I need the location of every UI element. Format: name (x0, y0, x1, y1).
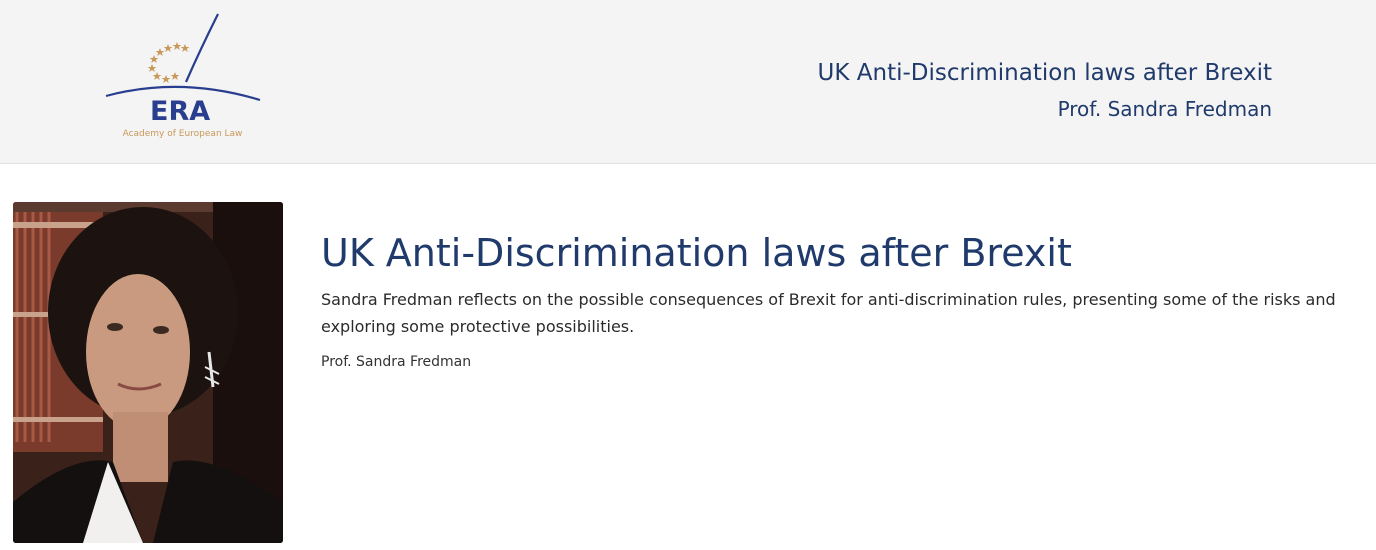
speaker-photo (13, 202, 283, 543)
page-title: UK Anti-Discrimination laws after Brexit (321, 231, 1072, 275)
logo-caption: Academy of European Law (122, 129, 243, 139)
page-header: ERA Academy of European Law UK Anti-Disc… (0, 0, 1376, 164)
header-title: UK Anti-Discrimination laws after Brexit (817, 60, 1272, 86)
main-content: UK Anti-Discrimination laws after Brexit… (321, 228, 1366, 370)
author-name: Prof. Sandra Fredman (321, 354, 472, 370)
era-logo[interactable]: ERA Academy of European Law (100, 10, 270, 150)
header-titles: UK Anti-Discrimination laws after Brexit… (818, 58, 1272, 124)
svg-text:ERA: ERA (150, 96, 210, 127)
description: Sandra Fredman reflects on the possible … (321, 290, 1336, 336)
speaker-portrait-icon (13, 202, 283, 543)
header-subtitle: Prof. Sandra Fredman (1057, 97, 1272, 121)
